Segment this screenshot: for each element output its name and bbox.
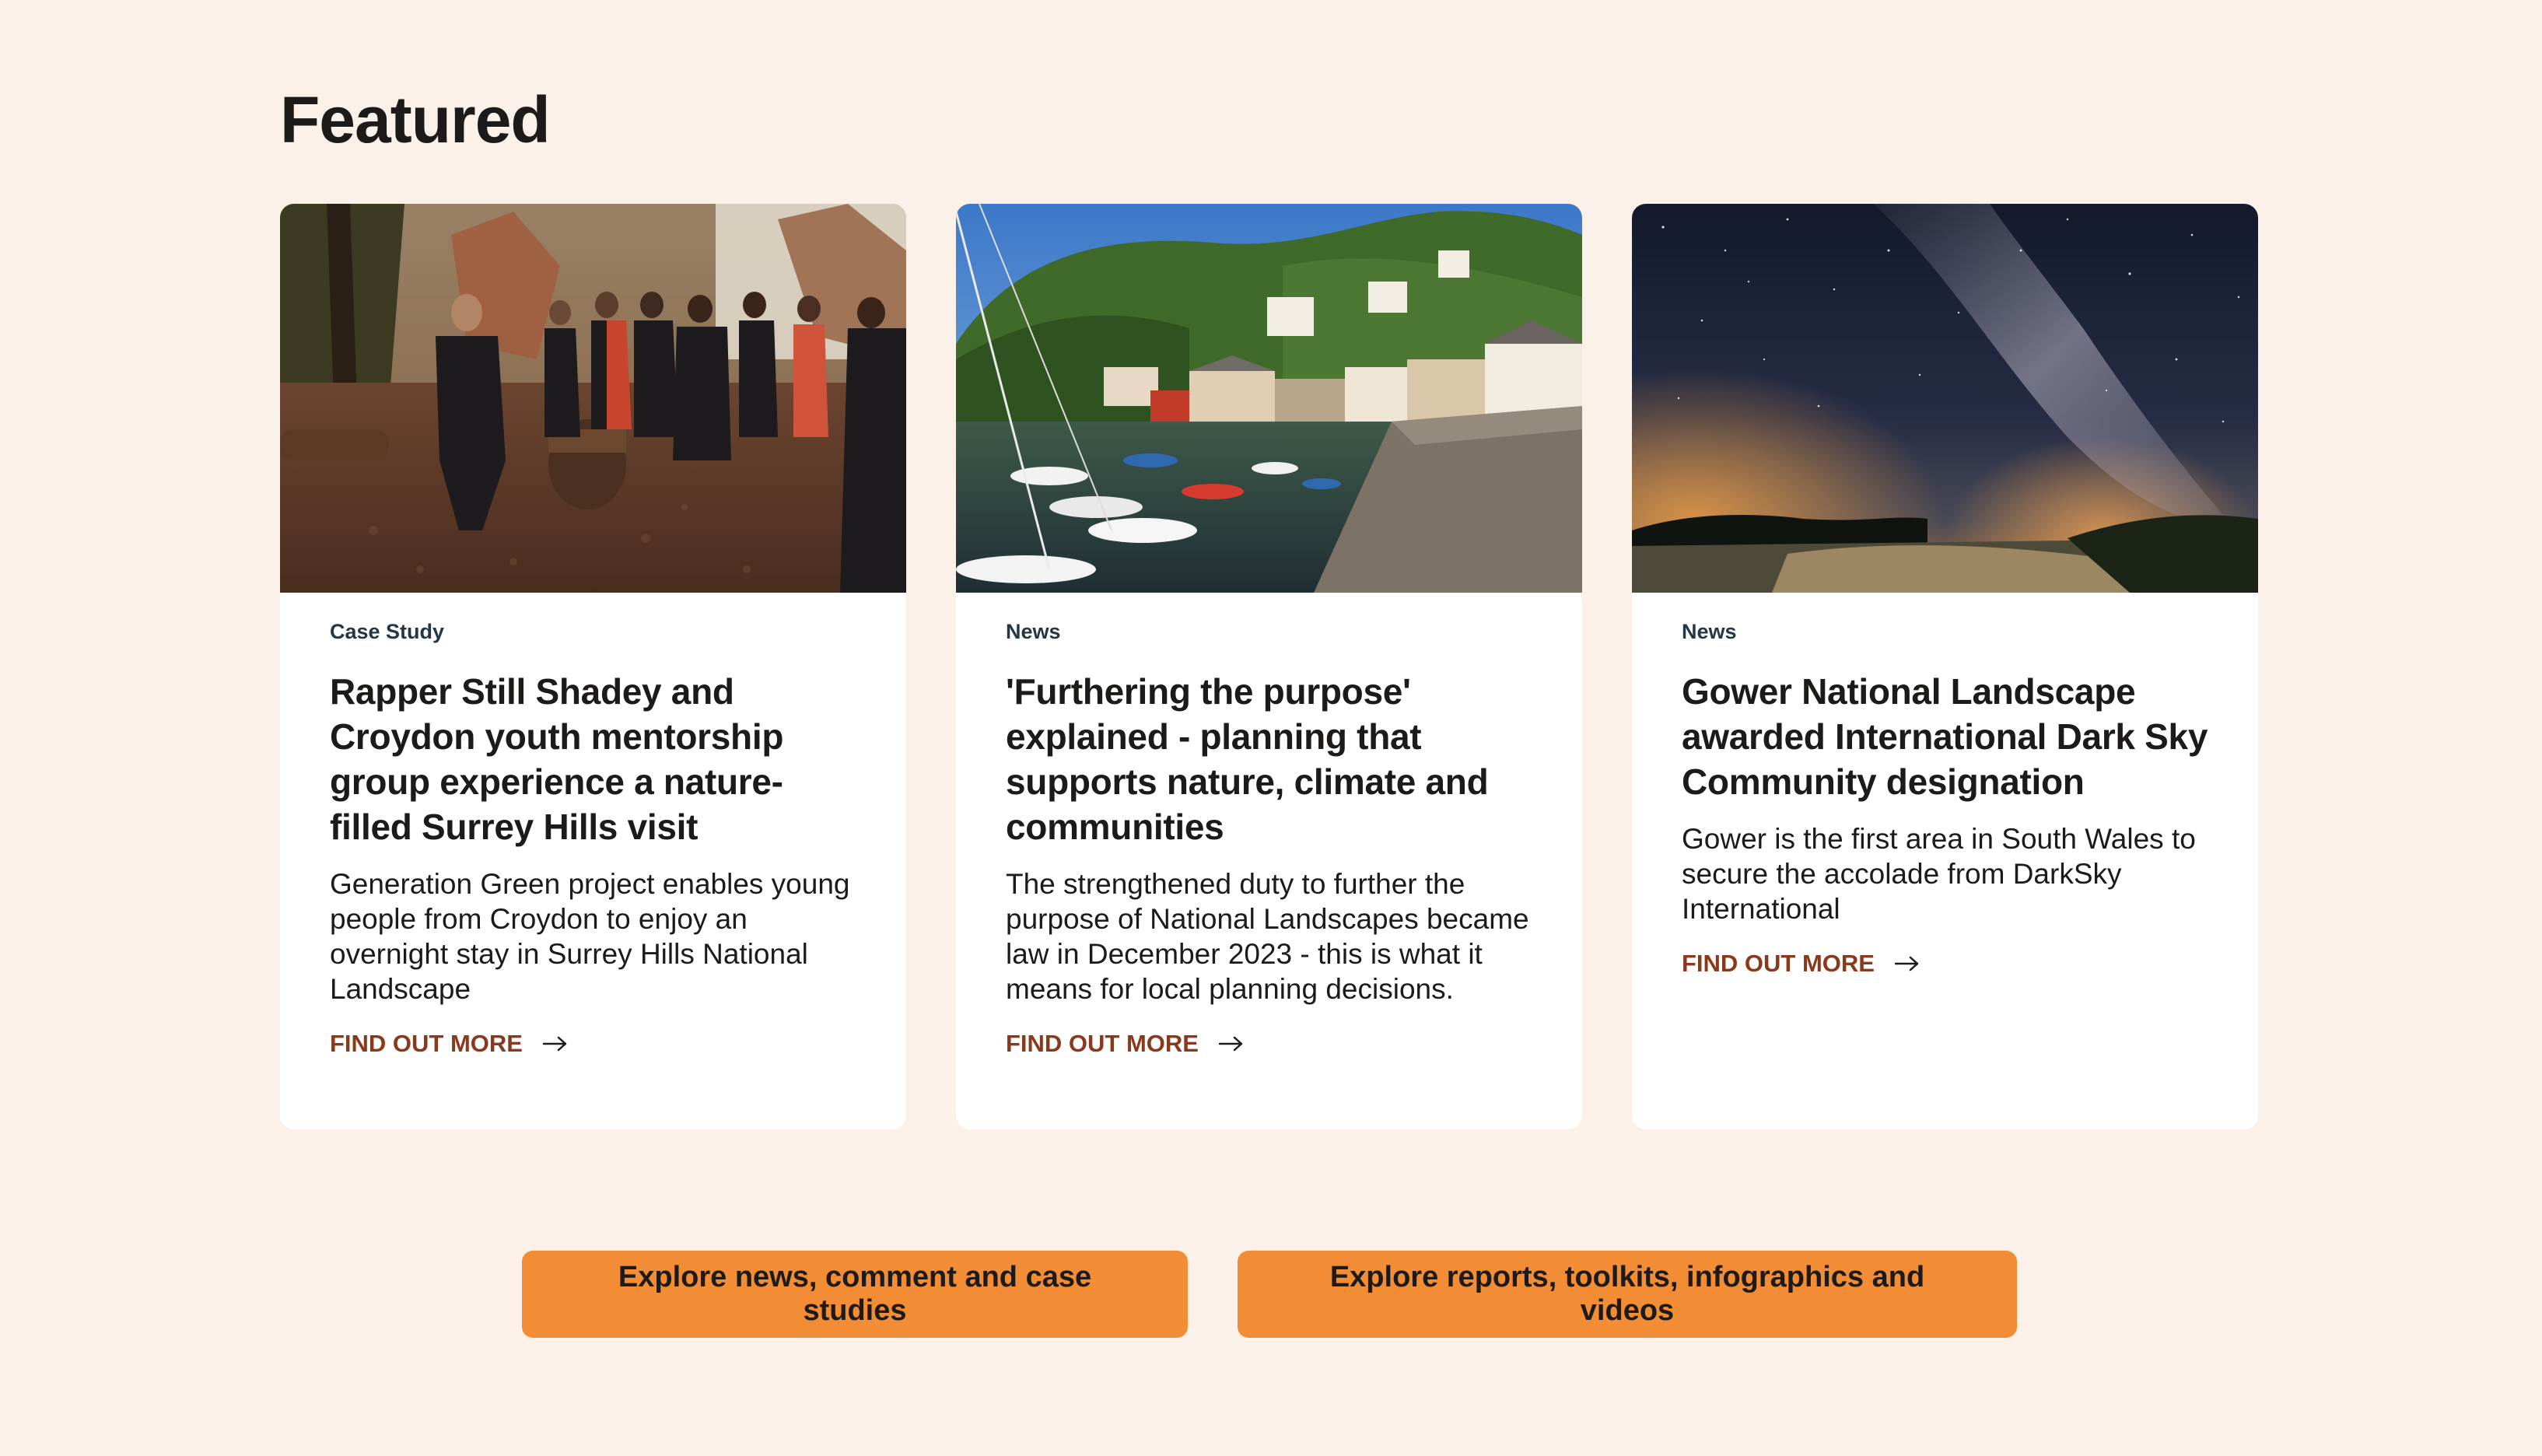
find-out-more-link[interactable]: FIND OUT MORE bbox=[1682, 948, 1920, 979]
arrow-right-icon bbox=[1895, 956, 1919, 971]
card-description: The strengthened duty to further the pur… bbox=[1006, 868, 1529, 1005]
featured-card[interactable]: News Gower National Landscape awarded In… bbox=[1632, 204, 2258, 1129]
featured-card[interactable]: News 'Furthering the purpose' explained … bbox=[956, 204, 1582, 1129]
card-title[interactable]: Gower National Landscape awarded Interna… bbox=[1682, 669, 2208, 804]
find-out-more-label: FIND OUT MORE bbox=[1682, 950, 1875, 977]
explore-buttons: Explore news, comment and case studies E… bbox=[280, 1251, 2259, 1338]
card-title[interactable]: 'Furthering the purpose' explained - pla… bbox=[1006, 669, 1532, 849]
card-title[interactable]: Rapper Still Shadey and Croydon youth me… bbox=[330, 669, 856, 849]
find-out-more-link[interactable]: FIND OUT MORE bbox=[330, 1028, 568, 1059]
card-image-youth-group[interactable] bbox=[280, 204, 906, 593]
card-description: Generation Green project enables young p… bbox=[330, 868, 850, 1005]
featured-section: Featured Case Study Rapper Still Shadey … bbox=[280, 81, 2259, 1338]
find-out-more-link[interactable]: FIND OUT MORE bbox=[1006, 1028, 1244, 1059]
explore-news-button[interactable]: Explore news, comment and case studies bbox=[522, 1251, 1188, 1338]
card-tag: News bbox=[1682, 620, 1737, 643]
arrow-right-icon bbox=[1219, 1036, 1243, 1052]
card-image-harbour[interactable] bbox=[956, 204, 1582, 593]
card-description: Gower is the first area in South Wales t… bbox=[1682, 823, 2196, 925]
featured-cards: Case Study Rapper Still Shadey and Croyd… bbox=[280, 204, 2259, 1129]
find-out-more-label: FIND OUT MORE bbox=[330, 1030, 523, 1057]
explore-reports-button[interactable]: Explore reports, toolkits, infographics … bbox=[1238, 1251, 2017, 1338]
featured-card[interactable]: Case Study Rapper Still Shadey and Croyd… bbox=[280, 204, 906, 1129]
card-tag: News bbox=[1006, 620, 1061, 643]
arrow-right-icon bbox=[543, 1036, 567, 1052]
card-image-dark-sky[interactable] bbox=[1632, 204, 2258, 593]
card-tag: Case Study bbox=[330, 620, 445, 643]
find-out-more-label: FIND OUT MORE bbox=[1006, 1030, 1199, 1057]
section-title: Featured bbox=[280, 83, 551, 156]
